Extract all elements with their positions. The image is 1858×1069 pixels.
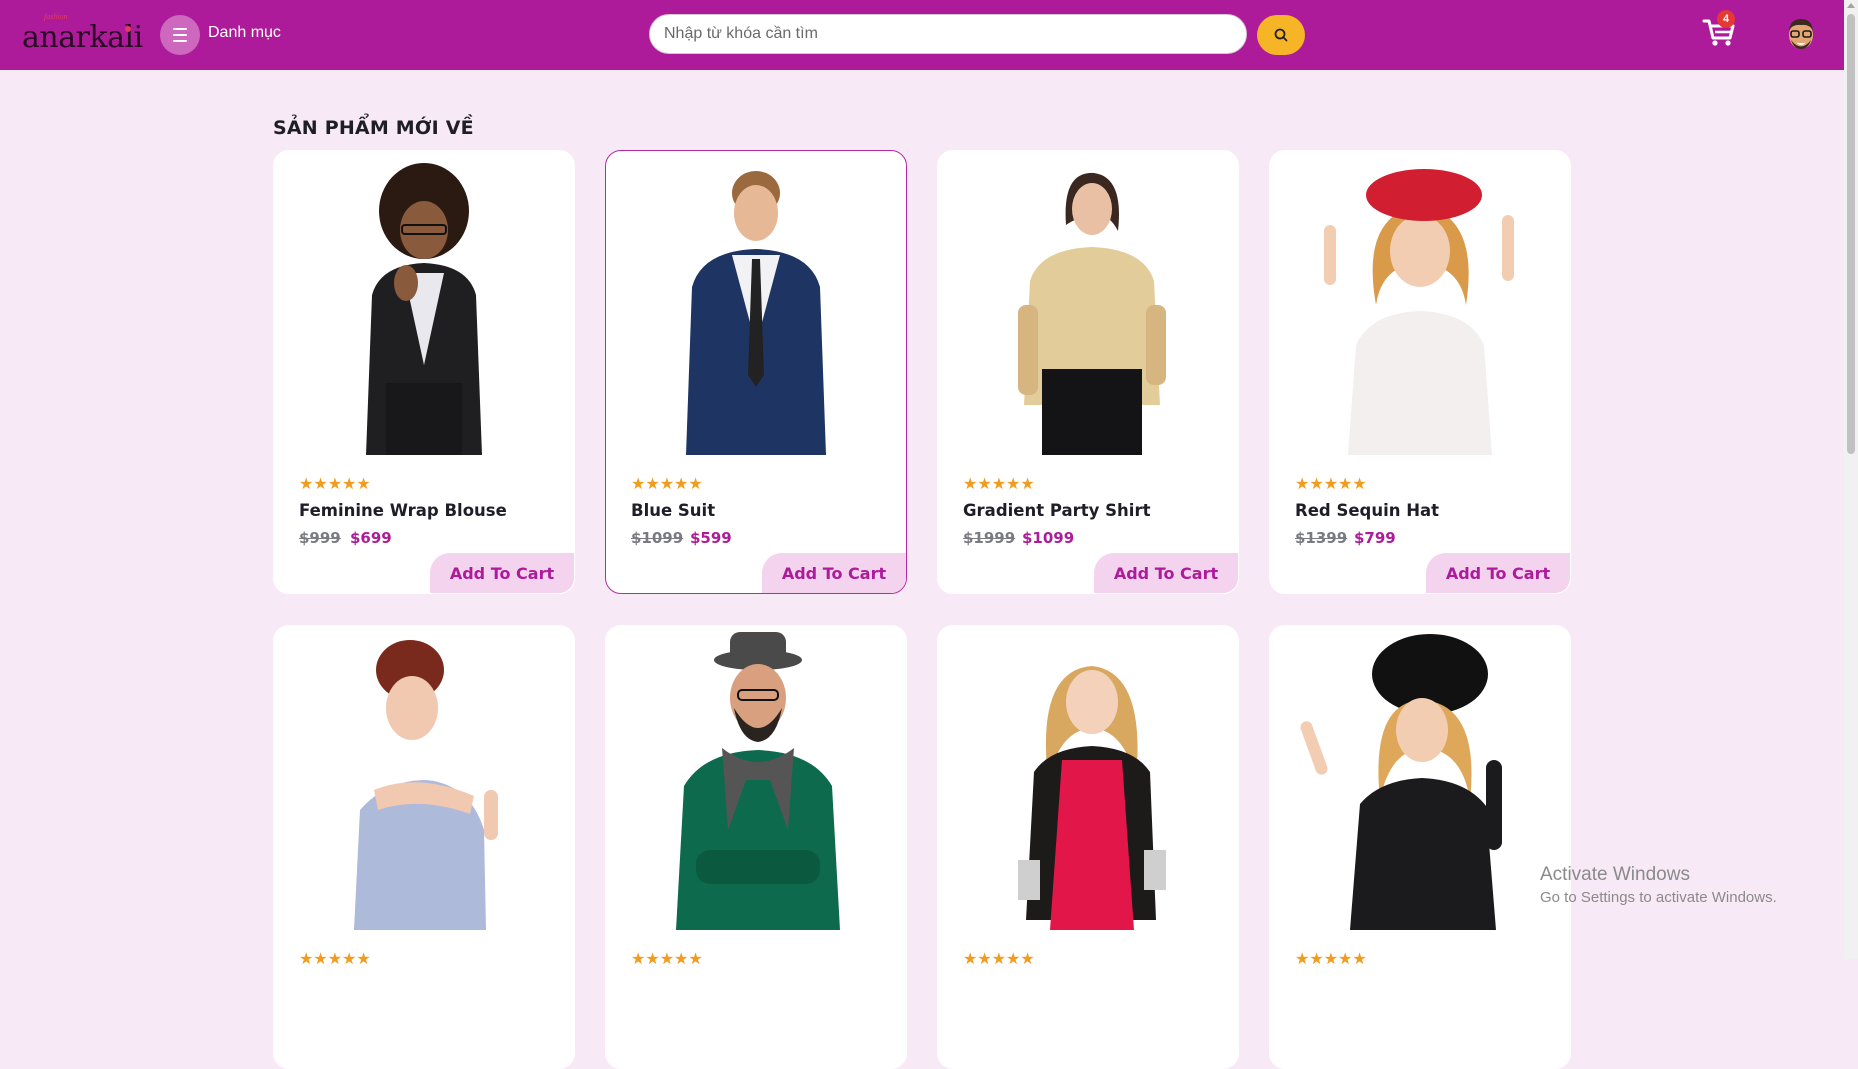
original-price: $1399	[1295, 529, 1348, 547]
add-to-cart-button[interactable]: Add To Cart	[1094, 553, 1238, 593]
os-activation-watermark-subtitle: Go to Settings to activate Windows.	[1540, 889, 1777, 906]
add-to-cart-button[interactable]: Add To Cart	[762, 553, 906, 593]
product-name[interactable]: Blue Suit	[631, 501, 715, 520]
product-image[interactable]	[626, 155, 886, 455]
sale-price: $599	[690, 529, 732, 547]
product-card[interactable]: ★★★★★	[937, 625, 1239, 1069]
scroll-up-arrow-icon[interactable]	[1847, 3, 1855, 8]
cart-count-badge: 4	[1717, 10, 1735, 28]
scrollbar-thumb[interactable]	[1847, 14, 1855, 454]
product-name[interactable]: Feminine Wrap Blouse	[299, 501, 507, 520]
sale-price: $1099	[1022, 529, 1075, 547]
sale-price: $699	[350, 529, 392, 547]
product-image[interactable]	[1290, 630, 1550, 930]
hamburger-icon-bar	[173, 34, 187, 36]
original-price: $1099	[631, 529, 684, 547]
rating-stars: ★★★★★	[963, 949, 1035, 968]
search-icon	[1274, 28, 1288, 42]
rating-stars: ★★★★★	[299, 949, 371, 968]
top-navbar: fashion anarkali Danh mục 4	[0, 0, 1844, 70]
rating-stars: ★★★★★	[963, 474, 1035, 493]
anarkali-logo[interactable]: fashion anarkali	[22, 12, 143, 56]
product-image[interactable]	[626, 630, 886, 930]
os-activation-watermark-title: Activate Windows	[1540, 864, 1690, 885]
rating-stars: ★★★★★	[299, 474, 371, 493]
product-image[interactable]	[294, 630, 554, 930]
rating-stars: ★★★★★	[1295, 474, 1367, 493]
logo-dot	[125, 26, 131, 32]
logo-wordmark: anarkali	[22, 20, 143, 55]
search-input[interactable]	[649, 14, 1247, 54]
product-image[interactable]	[1290, 155, 1550, 455]
product-card[interactable]: ★★★★★ Gradient Party Shirt $1999 $1099 A…	[937, 150, 1239, 594]
add-to-cart-button[interactable]: Add To Cart	[1426, 553, 1570, 593]
rating-stars: ★★★★★	[631, 949, 703, 968]
product-image[interactable]	[958, 630, 1218, 930]
original-price: $999	[299, 529, 341, 547]
category-menu-label[interactable]: Danh mục	[208, 24, 281, 42]
product-card[interactable]: ★★★★★ Red Sequin Hat $1399 $799 Add To C…	[1269, 150, 1571, 594]
original-price: $1999	[963, 529, 1016, 547]
product-name[interactable]: Gradient Party Shirt	[963, 501, 1150, 520]
product-card[interactable]: ★★★★★	[273, 625, 575, 1069]
add-to-cart-button[interactable]: Add To Cart	[430, 553, 574, 593]
hamburger-icon	[173, 28, 187, 30]
page-scrollbar[interactable]	[1844, 0, 1858, 959]
rating-stars: ★★★★★	[631, 474, 703, 493]
search-button[interactable]	[1257, 15, 1305, 55]
product-card[interactable]: ★★★★★	[1269, 625, 1571, 1069]
section-title: SẢN PHẨM MỚI VỀ	[273, 117, 474, 139]
hamburger-icon-bar	[173, 40, 187, 42]
product-card[interactable]: ★★★★★ Blue Suit $1099 $599 Add To Cart	[605, 150, 907, 594]
rating-stars: ★★★★★	[1295, 949, 1367, 968]
user-avatar[interactable]	[1786, 17, 1816, 51]
product-card[interactable]: ★★★★★	[605, 625, 907, 1069]
product-name[interactable]: Red Sequin Hat	[1295, 501, 1439, 520]
category-menu-button[interactable]	[160, 15, 200, 55]
sale-price: $799	[1354, 529, 1396, 547]
product-image[interactable]	[294, 155, 554, 455]
product-card[interactable]: ★★★★★ Feminine Wrap Blouse $999 $699 Add…	[273, 150, 575, 594]
product-image[interactable]	[958, 155, 1218, 455]
